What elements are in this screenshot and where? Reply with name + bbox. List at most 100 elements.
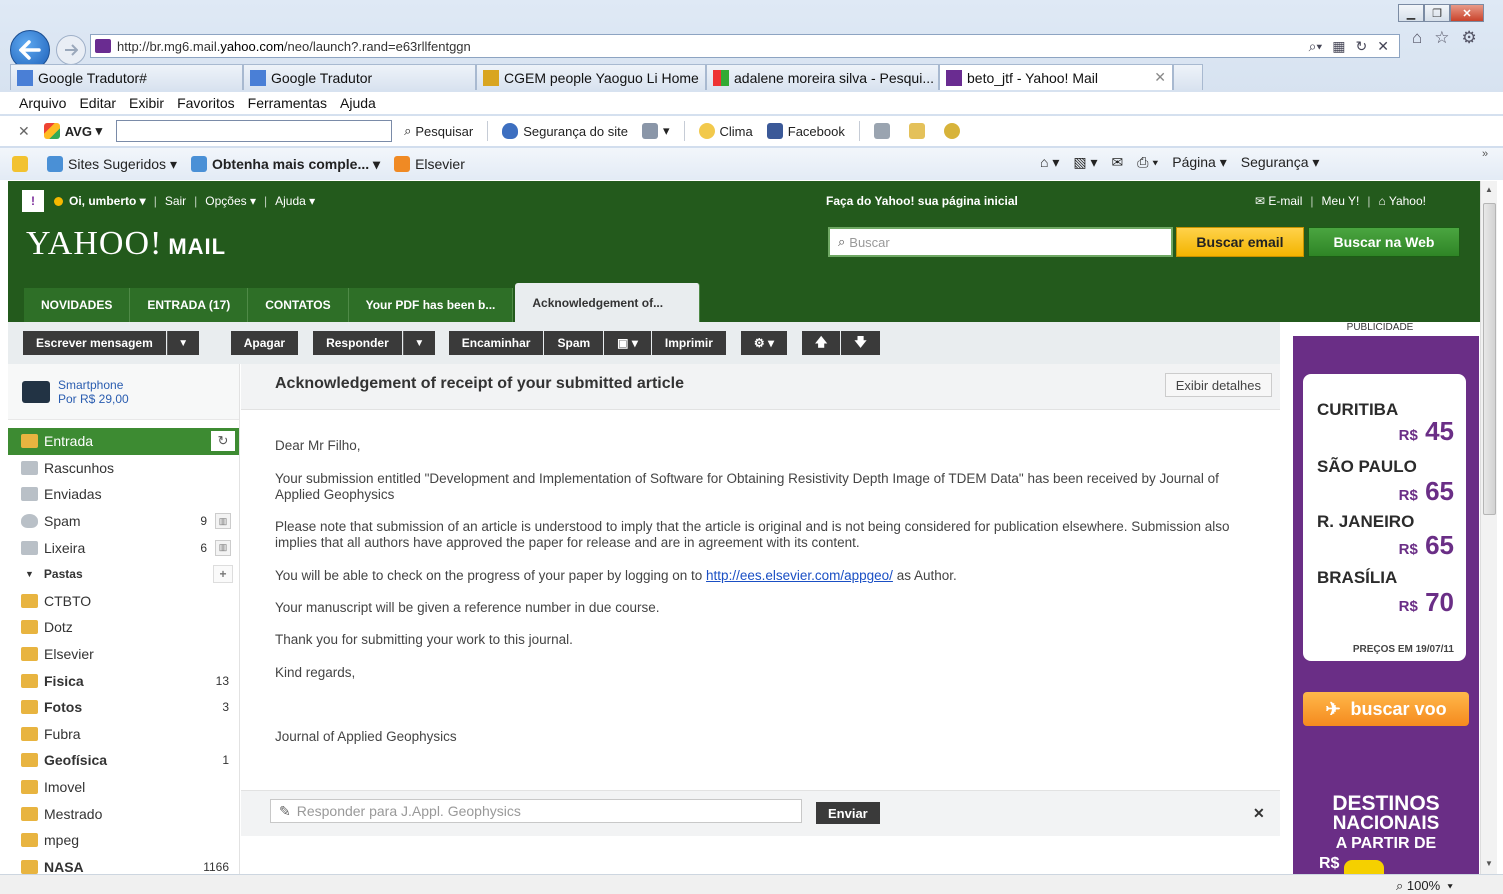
close-icon[interactable]: ✕	[1253, 805, 1265, 822]
site-security-button[interactable]: Segurança do site	[502, 123, 628, 139]
compat-icon[interactable]: ▦	[1332, 38, 1345, 55]
folder-enviadas[interactable]: Enviadas	[8, 481, 239, 508]
reply-dropdown[interactable]: ▼	[402, 331, 435, 355]
favorites-star-icon[interactable]: ☆	[1434, 28, 1449, 48]
notepad-button[interactable]	[908, 123, 930, 139]
folder-imovel[interactable]: Imovel	[8, 774, 239, 801]
tab-entrada[interactable]: ENTRADA (17)	[130, 288, 249, 322]
folder-ctbto[interactable]: CTBTO	[8, 588, 239, 615]
home-dropdown[interactable]: ⌂ ▾	[1040, 154, 1059, 171]
close-toolbar-icon[interactable]: ✕	[18, 123, 30, 140]
ajuda-menu[interactable]: Ajuda ▾	[275, 194, 315, 208]
folder-lixeira[interactable]: Lixeira 6 ▥	[8, 534, 239, 561]
tab-adalene[interactable]: adalene moreira silva - Pesqui...	[706, 64, 939, 90]
close-tab-icon[interactable]: ✕	[1154, 69, 1166, 86]
yahoo-home-link[interactable]: ⌂ Yahoo!	[1378, 194, 1426, 208]
next-message-button[interactable]: 🡇	[841, 331, 880, 355]
zoom-control[interactable]: ⌕ 100% ▾	[1396, 878, 1453, 894]
tab-your-pdf[interactable]: Your PDF has been b...	[348, 288, 514, 322]
tab-yahoo-mail[interactable]: beto_jtf - Yahoo! Mail ✕	[939, 64, 1173, 90]
folder-dotz[interactable]: Dotz	[8, 614, 239, 641]
tab-acknowledgement[interactable]: Acknowledgement of...	[515, 283, 701, 322]
tab-novidades[interactable]: NOVIDADES	[24, 288, 131, 322]
favorites-star-button[interactable]	[12, 156, 33, 172]
sites-sugeridos[interactable]: Sites Sugeridos ▾	[47, 156, 177, 173]
forward-button[interactable]	[56, 35, 86, 65]
search-email-button[interactable]: Buscar email	[1176, 227, 1304, 257]
avg-search-button[interactable]: ⌕ Pesquisar	[404, 123, 473, 139]
vertical-scrollbar[interactable]: ▲ ▼	[1480, 181, 1497, 874]
folder-nasa[interactable]: NASA 1166	[8, 854, 239, 874]
calculator-button[interactable]	[873, 123, 895, 139]
address-bar[interactable]: http://br.mg6.mail. yahoo.com/neo/launch?…	[90, 34, 1400, 58]
maximize-button[interactable]: ❐	[1424, 4, 1450, 22]
yahoo-mail-logo[interactable]: YAHOO! MAIL	[26, 225, 226, 263]
folder-rascunhos[interactable]: Rascunhos	[8, 455, 239, 482]
search-input[interactable]: ⌕ Buscar	[828, 227, 1173, 257]
print-button[interactable]: Imprimir	[651, 331, 726, 355]
actions-button[interactable]: ⚙ ▾	[740, 331, 788, 355]
mail-icon[interactable]: ✉	[1112, 154, 1124, 171]
folder-mpeg[interactable]: mpeg	[8, 827, 239, 854]
forward-button[interactable]: Encaminhar	[448, 331, 544, 355]
ad-banner[interactable]: CURITIBA R$ 45 SÃO PAULO R$ 65 R. JANEIR…	[1293, 336, 1479, 874]
folder-geofisica[interactable]: Geofísica 1	[8, 747, 239, 774]
empty-spam-icon[interactable]: ▥	[215, 513, 231, 530]
obtenha-mais[interactable]: Obtenha mais comple... ▾	[190, 156, 380, 173]
make-homepage-link[interactable]: Faça do Yahoo! sua página inicial	[826, 194, 1018, 208]
folder-entrada[interactable]: Entrada ↻	[8, 428, 239, 455]
search-web-button[interactable]: Buscar na Web	[1308, 227, 1460, 257]
quick-reply-input[interactable]: ✎ Responder para J.Appl. Geophysics	[270, 799, 802, 823]
email-link[interactable]: ✉ E-mail	[1255, 194, 1302, 208]
search-tool-button[interactable]	[943, 123, 965, 139]
print-dropdown[interactable]: ⎙ ▾	[1137, 154, 1158, 171]
folder-fubra[interactable]: Fubra	[8, 721, 239, 748]
minimize-button[interactable]: ▁	[1398, 4, 1424, 22]
previous-message-button[interactable]: 🡅	[802, 331, 841, 355]
tab-google-tradutor[interactable]: Google Tradutor	[243, 64, 476, 90]
folders-header[interactable]: ▼ Pastas +	[8, 561, 239, 588]
compose-button[interactable]: Escrever mensagem	[23, 331, 166, 355]
menu-exibir[interactable]: Exibir	[129, 95, 164, 111]
pagina-menu[interactable]: Página ▾	[1172, 154, 1227, 171]
refresh-icon[interactable]: ↻	[211, 431, 235, 451]
tab-contatos[interactable]: CONTATOS	[248, 288, 349, 322]
home-icon[interactable]: ⌂	[1412, 28, 1422, 48]
folder-spam[interactable]: Spam 9 ▥	[8, 508, 239, 535]
sair-link[interactable]: Sair	[165, 194, 186, 208]
facebook-button[interactable]: Facebook	[766, 123, 845, 139]
search-flight-button[interactable]: ✈ buscar voo	[1303, 692, 1469, 726]
opcoes-menu[interactable]: Opções ▾	[205, 194, 256, 208]
refresh-icon[interactable]: ↻	[1356, 38, 1368, 55]
send-button[interactable]: Enviar	[816, 802, 880, 824]
search-icon[interactable]: ⌕▾	[1309, 38, 1323, 55]
trash-dropdown[interactable]: ▾	[641, 123, 670, 139]
show-details-button[interactable]: Exibir detalhes	[1164, 373, 1272, 397]
new-tab-button[interactable]	[1173, 64, 1203, 90]
feeds-dropdown[interactable]: ▧ ▾	[1073, 154, 1097, 171]
smartphone-promo[interactable]: Smartphone Por R$ 29,00	[8, 364, 239, 420]
stop-icon[interactable]: ✕	[1377, 38, 1389, 55]
scroll-down-icon[interactable]: ▼	[1485, 859, 1493, 868]
move-button[interactable]: ▣ ▾	[604, 331, 651, 355]
folder-fotos[interactable]: Fotos 3	[8, 694, 239, 721]
elsevier-favorite[interactable]: Elsevier	[394, 156, 465, 172]
avg-search-input[interactable]	[116, 120, 393, 142]
gear-icon[interactable]: ⚙	[1462, 28, 1477, 48]
close-window-button[interactable]: ✕	[1450, 4, 1484, 22]
chevron-more-icon[interactable]: »	[1482, 148, 1488, 160]
delete-button[interactable]: Apagar	[230, 331, 299, 355]
menu-ferramentas[interactable]: Ferramentas	[248, 95, 327, 111]
folder-mestrado[interactable]: Mestrado	[8, 800, 239, 827]
empty-trash-icon[interactable]: ▥	[215, 539, 231, 556]
reply-button[interactable]: Responder	[313, 331, 402, 355]
add-folder-button[interactable]: +	[213, 565, 233, 584]
folder-elsevier[interactable]: Elsevier	[8, 641, 239, 668]
seguranca-menu[interactable]: Segurança ▾	[1241, 154, 1320, 171]
weather-button[interactable]: Clima	[698, 123, 753, 139]
menu-arquivo[interactable]: Arquivo	[19, 95, 66, 111]
meu-y-link[interactable]: Meu Y!	[1322, 194, 1360, 208]
greeting-menu[interactable]: Oi, umberto ▾	[69, 194, 146, 208]
tab-google-tradutor-hash[interactable]: Google Tradutor#	[10, 64, 243, 90]
tab-cgem-people[interactable]: CGEM people Yaoguo Li Home	[476, 64, 706, 90]
